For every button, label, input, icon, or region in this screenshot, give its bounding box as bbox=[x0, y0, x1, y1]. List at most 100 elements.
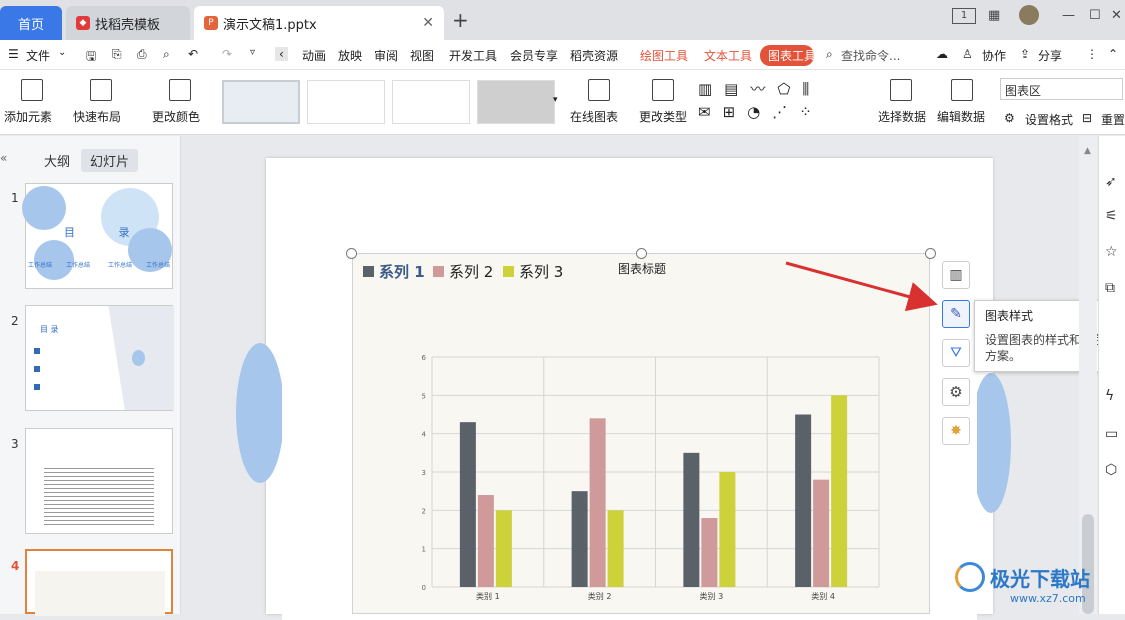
chart-title: 图表标题 bbox=[618, 262, 666, 276]
slide-thumb-3[interactable] bbox=[25, 428, 173, 534]
scroll-left-icon[interactable]: ‹ bbox=[275, 47, 288, 61]
menu-devtools[interactable]: 开发工具 bbox=[449, 47, 497, 64]
annotation-arrow bbox=[785, 261, 938, 312]
slide-number: 1 bbox=[11, 191, 19, 205]
cube-icon[interactable]: ⬡ bbox=[1105, 462, 1117, 478]
reset-button[interactable]: 重置 bbox=[1101, 111, 1125, 128]
minimize-icon[interactable]: — bbox=[1062, 8, 1075, 23]
menu-animation[interactable]: 动画 bbox=[302, 47, 326, 64]
tab-slides[interactable]: 幻灯片 bbox=[81, 149, 139, 172]
share-button[interactable]: 分享 bbox=[1038, 47, 1062, 64]
book-icon[interactable]: ▭ bbox=[1105, 426, 1118, 442]
save-icon[interactable]: 🖫 bbox=[86, 47, 96, 68]
share-icon: ⇪ bbox=[1020, 47, 1031, 61]
quick-layout-button[interactable]: 快速布局 bbox=[73, 108, 121, 125]
vertical-scrollbar[interactable]: ▲ bbox=[1079, 136, 1097, 614]
online-chart-button[interactable]: 在线图表 bbox=[570, 108, 618, 125]
chart-elements-button[interactable]: ▥ bbox=[942, 261, 970, 289]
chart-filter-button[interactable]: ⛛ bbox=[942, 339, 970, 367]
tab-docer[interactable]: ◆ 找稻壳模板 bbox=[66, 6, 190, 40]
menu-view[interactable]: 视图 bbox=[410, 47, 434, 64]
bar bbox=[589, 418, 606, 587]
x-tick-label: 类别 3 bbox=[700, 591, 724, 601]
resize-handle[interactable] bbox=[636, 248, 647, 259]
rocket-icon[interactable]: ➶ bbox=[1105, 174, 1117, 190]
menu-member[interactable]: 会员专享 bbox=[510, 47, 558, 64]
star-icon[interactable]: ☆ bbox=[1105, 244, 1118, 260]
y-tick-label: 4 bbox=[422, 431, 427, 439]
resize-handle[interactable] bbox=[346, 248, 357, 259]
search-icon[interactable]: ⌕ bbox=[826, 47, 833, 62]
layout-icon[interactable]: 1 bbox=[952, 8, 976, 24]
tab-document[interactable]: P 演示文稿1.pptx ✕ bbox=[194, 6, 444, 40]
chevron-down-icon[interactable]: ⌄ bbox=[58, 47, 66, 58]
chart-style-4[interactable] bbox=[477, 80, 555, 124]
menu-text-tools[interactable]: 文本工具 bbox=[704, 47, 752, 64]
collapse-panel-icon[interactable]: « bbox=[0, 151, 7, 165]
edit-data-button[interactable]: 编辑数据 bbox=[937, 108, 985, 125]
grid-icon[interactable]: ▦ bbox=[988, 8, 1000, 23]
slide-thumb-1[interactable]: 目 录 工作总结 工作总结 工作总结 工作总结 bbox=[22, 183, 173, 289]
bullet bbox=[34, 348, 40, 354]
bar bbox=[813, 479, 830, 587]
brush-icon: ✎ bbox=[950, 306, 962, 322]
scroll-up-icon[interactable]: ▲ bbox=[1084, 146, 1091, 156]
chart-tips-button[interactable]: ✸ bbox=[942, 417, 970, 445]
menu-file[interactable]: 文件 bbox=[26, 47, 50, 64]
menu-drawing-tools[interactable]: 绘图工具 bbox=[640, 47, 688, 64]
more-quick-icon[interactable]: ▿ bbox=[250, 47, 255, 58]
select-data-button[interactable]: 选择数据 bbox=[878, 108, 926, 125]
watermark-logo bbox=[955, 562, 985, 592]
set-format-button[interactable]: 设置格式 bbox=[1025, 111, 1073, 128]
chart-style-1[interactable] bbox=[222, 80, 300, 124]
hamburger-icon[interactable]: ☰ bbox=[8, 47, 19, 61]
chart-style-2[interactable] bbox=[307, 80, 385, 124]
menu-docer[interactable]: 稻壳资源 bbox=[570, 47, 618, 64]
close-window-icon[interactable]: ✕ bbox=[1111, 8, 1122, 23]
chart-type-icons-row2[interactable]: ✉⊞◔⋰⁘ bbox=[698, 103, 824, 121]
legend-label: 系列 3 bbox=[519, 263, 563, 281]
collapse-ribbon-icon[interactable]: ⌃ bbox=[1108, 47, 1118, 61]
change-color-button[interactable]: 更改颜色 bbox=[152, 108, 200, 125]
search-command[interactable]: 查找命令... bbox=[841, 47, 900, 64]
menu-chart-tools[interactable]: 图表工具 bbox=[760, 45, 814, 66]
thumb-item: 工作总结 bbox=[28, 262, 53, 269]
slide-number: 4 bbox=[11, 559, 20, 573]
sliders-icon[interactable]: ⚟ bbox=[1105, 208, 1118, 224]
bar bbox=[683, 452, 700, 587]
close-tab-icon[interactable]: ✕ bbox=[422, 15, 434, 31]
preview-icon[interactable]: ⌕ bbox=[163, 47, 170, 62]
maximize-icon[interactable]: ☐ bbox=[1089, 8, 1101, 23]
bullet bbox=[34, 366, 40, 372]
bullet bbox=[34, 384, 40, 390]
export-icon[interactable]: ⎘ bbox=[112, 47, 122, 62]
chart-style-button[interactable]: ✎ bbox=[942, 300, 970, 328]
cloud-icon[interactable]: ☁ bbox=[936, 47, 948, 61]
menu-review[interactable]: 审阅 bbox=[374, 47, 398, 64]
new-tab-icon[interactable]: + bbox=[452, 8, 469, 32]
bolt-icon[interactable]: ϟ bbox=[1105, 388, 1114, 404]
copy-icon[interactable]: ⧉ bbox=[1105, 280, 1115, 296]
print-icon[interactable]: ⎙ bbox=[137, 47, 147, 62]
slide-thumb-4[interactable] bbox=[25, 549, 173, 616]
chart-settings-button[interactable]: ⚙ bbox=[942, 378, 970, 406]
add-element-button[interactable]: 添加元素 bbox=[4, 108, 52, 125]
gallery-more-icon[interactable]: ▾ bbox=[553, 95, 558, 105]
tab-home[interactable]: 首页 bbox=[0, 6, 62, 40]
avatar[interactable] bbox=[1019, 5, 1039, 25]
more-icon[interactable]: ⋮ bbox=[1086, 47, 1098, 61]
slide-thumb-2[interactable]: 目 录 bbox=[25, 305, 174, 411]
tab-outline[interactable]: 大纲 bbox=[44, 151, 70, 170]
lightbulb-icon: ✸ bbox=[950, 423, 962, 439]
change-type-button[interactable]: 更改类型 bbox=[639, 108, 687, 125]
chart-style-3[interactable] bbox=[392, 80, 470, 124]
undo-icon[interactable]: ↶ bbox=[188, 47, 198, 61]
y-tick-label: 6 bbox=[422, 354, 427, 362]
bar bbox=[495, 510, 512, 587]
collab-button[interactable]: 协作 bbox=[982, 47, 1006, 64]
redo-icon[interactable]: ↷ bbox=[222, 47, 232, 61]
chart-area-select[interactable]: 图表区 bbox=[1000, 78, 1123, 100]
chart-type-icons[interactable]: ▥▤〰⬠⫼ bbox=[698, 78, 821, 99]
menu-slideshow[interactable]: 放映 bbox=[338, 47, 362, 64]
bar bbox=[477, 495, 494, 587]
